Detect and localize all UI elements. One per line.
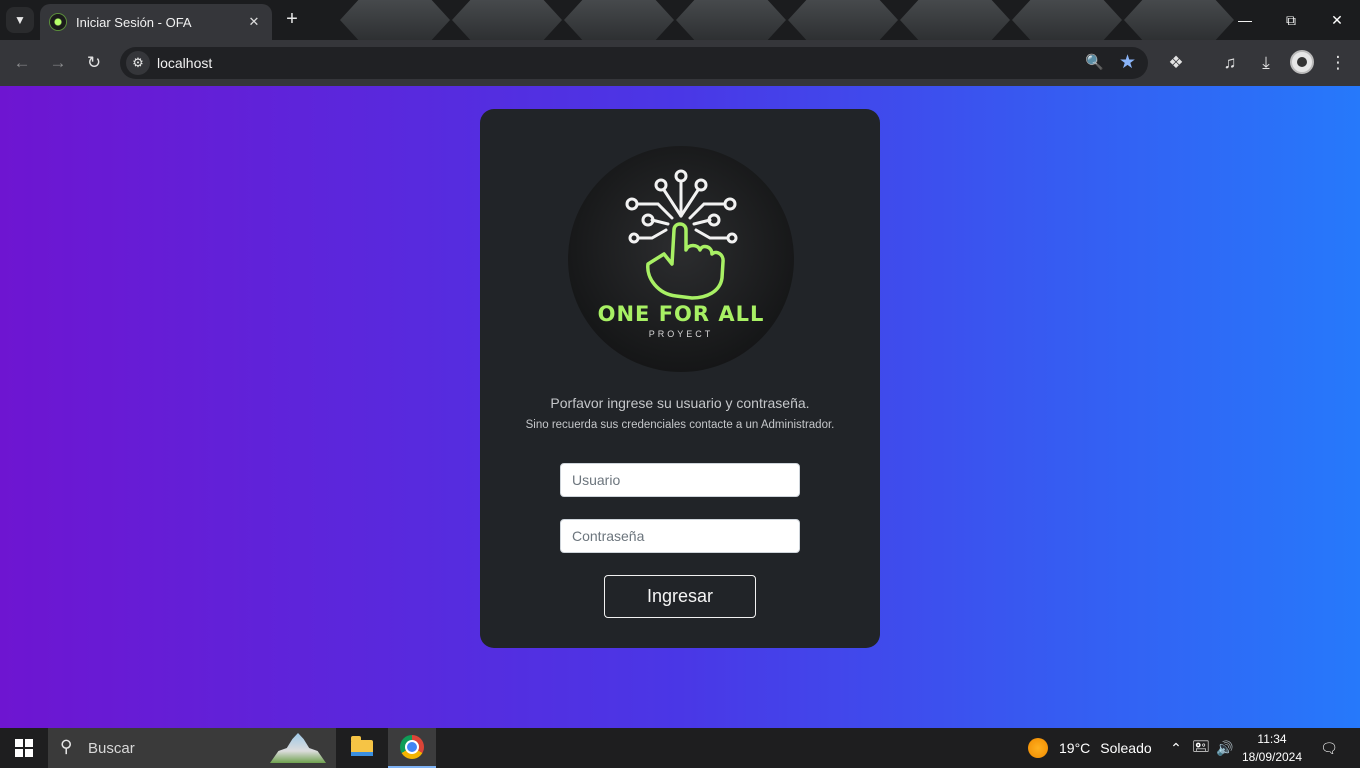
search-highlight-castle-icon — [270, 733, 326, 763]
browser-menu-button[interactable]: ⋮ — [1327, 52, 1349, 74]
browser-titlebar: ▼ Iniciar Sesión - OFA ✕ + — ⧉ ✕ — [0, 0, 1360, 40]
close-window-button[interactable]: ✕ — [1314, 0, 1360, 40]
volume-icon: 🔊 — [1216, 739, 1234, 756]
start-button[interactable] — [0, 728, 48, 768]
clock-time: 11:34 — [1257, 732, 1287, 746]
folder-icon — [351, 736, 373, 756]
tab-close-icon[interactable]: ✕ — [246, 14, 262, 30]
network-icon: 🖭 — [1192, 738, 1210, 754]
clock-date: 18/09/2024 — [1241, 750, 1303, 764]
ofa-logo: ONE FOR ALL PROYECT — [568, 146, 794, 372]
chevron-down-icon: ▼ — [14, 13, 26, 27]
logo-subtitle: PROYECT — [648, 329, 714, 339]
network-button[interactable]: 🖭 — [1190, 728, 1212, 768]
windows-taskbar: ⚲ Buscar 19°C Soleado ⌃ 🖭 🔊 11:34 18/09/… — [0, 728, 1360, 768]
sun-icon — [1028, 738, 1048, 758]
arrow-right-icon: → — [49, 53, 67, 72]
more-vert-icon: ⋮ — [1329, 53, 1347, 72]
weather-temperature: 19°C — [1059, 740, 1091, 756]
tab-search-button[interactable]: ▼ — [6, 7, 34, 33]
taskbar-search-box[interactable]: ⚲ Buscar — [48, 728, 336, 768]
background-hex-decoration — [452, 0, 562, 40]
login-card: ONE FOR ALL PROYECT Porfavor ingrese su … — [480, 109, 880, 648]
browser-toolbar: ← → ↻ ⚙ localhost 🔍 ★ ❖ ♫ ⤓ ⋮ — [0, 40, 1360, 86]
forward-button[interactable]: → — [47, 52, 69, 74]
address-bar[interactable]: ⚙ localhost 🔍 ★ — [120, 47, 1148, 79]
ofa-favicon-icon — [50, 14, 66, 30]
downloads-button[interactable]: ⤓ — [1255, 52, 1277, 74]
background-hex-decoration — [788, 0, 898, 40]
taskbar-clock[interactable]: 11:34 18/09/2024 — [1236, 730, 1308, 766]
taskbar-search-label: Buscar — [88, 740, 135, 757]
minimize-button[interactable]: — — [1222, 0, 1268, 40]
download-icon: ⤓ — [1262, 53, 1270, 72]
show-hidden-icons-button[interactable]: ⌃ — [1166, 728, 1186, 768]
extensions-button[interactable]: ❖ — [1165, 52, 1187, 74]
minimize-icon: — — [1238, 12, 1252, 28]
back-button[interactable]: ← — [11, 52, 33, 74]
site-info-button[interactable]: ⚙ — [126, 51, 150, 75]
restore-icon: ⧉ — [1286, 11, 1296, 28]
close-icon: ✕ — [1331, 11, 1343, 28]
notification-icon: 🗨 — [1320, 739, 1338, 756]
tune-icon: ⚙ — [132, 55, 144, 70]
background-hex-decoration — [900, 0, 1010, 40]
tab-title: Iniciar Sesión - OFA — [76, 14, 192, 30]
volume-button[interactable]: 🔊 — [1214, 728, 1236, 768]
reload-button[interactable]: ↻ — [83, 52, 105, 74]
background-hex-decoration — [1124, 0, 1234, 40]
background-hex-decoration — [1012, 0, 1122, 40]
puzzle-icon: ❖ — [1168, 53, 1184, 72]
weather-widget[interactable]: 19°C Soleado — [1028, 728, 1152, 768]
search-icon: ⚲ — [60, 737, 73, 756]
zoom-icon[interactable]: 🔍 — [1085, 53, 1104, 71]
windows-logo-icon — [15, 739, 33, 757]
weather-condition: Soleado — [1100, 740, 1152, 756]
background-hex-decoration — [340, 0, 450, 40]
login-instruction: Porfavor ingrese su usuario y contraseña… — [550, 395, 810, 411]
login-submit-button[interactable]: Ingresar — [604, 575, 756, 618]
logo-title: ONE FOR ALL — [597, 302, 765, 326]
chrome-app[interactable] — [388, 728, 436, 768]
page-background: ONE FOR ALL PROYECT Porfavor ingrese su … — [0, 86, 1360, 728]
chrome-icon — [400, 735, 424, 759]
file-explorer-app[interactable] — [338, 728, 386, 768]
media-control-button[interactable]: ♫ — [1219, 52, 1241, 74]
url-text: localhost — [157, 55, 213, 71]
bookmark-star-icon[interactable]: ★ — [1119, 51, 1136, 74]
password-input[interactable] — [560, 519, 800, 553]
chevron-up-icon: ⌃ — [1170, 739, 1182, 756]
profile-avatar[interactable] — [1290, 50, 1314, 74]
notifications-button[interactable]: 🗨 — [1316, 728, 1342, 768]
arrow-left-icon: ← — [13, 53, 31, 72]
restore-button[interactable]: ⧉ — [1268, 0, 1314, 40]
login-help-text: Sino recuerda sus credenciales contacte … — [525, 419, 835, 431]
browser-tab-active[interactable]: Iniciar Sesión - OFA ✕ — [40, 4, 272, 40]
reload-icon: ↻ — [86, 53, 102, 72]
new-tab-button[interactable]: + — [280, 8, 304, 32]
username-input[interactable] — [560, 463, 800, 497]
playlist-icon: ♫ — [1223, 53, 1237, 72]
background-hex-decoration — [676, 0, 786, 40]
background-hex-decoration — [564, 0, 674, 40]
